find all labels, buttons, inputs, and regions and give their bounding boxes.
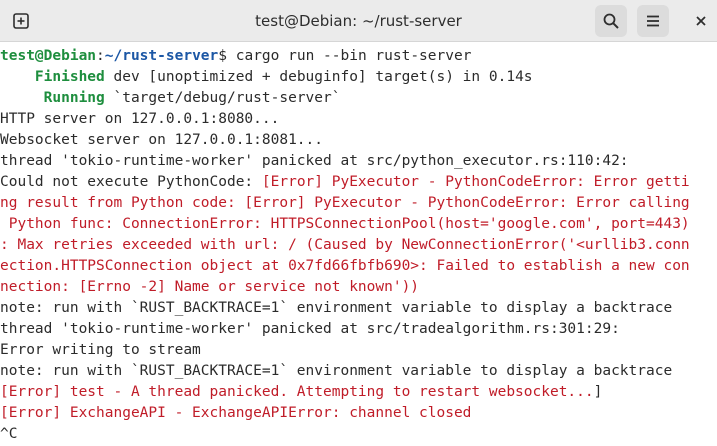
prompt-dollar: $ <box>218 48 227 64</box>
could-not-execute-line: Could not execute PythonCode: [Error] Py… <box>0 172 717 193</box>
close-icon <box>696 16 706 26</box>
error-line: ection.HTTPSConnection object at 0x7fd66… <box>0 258 690 274</box>
new-tab-icon <box>13 13 29 29</box>
prompt-command: cargo run --bin rust-server <box>227 48 472 64</box>
close-button[interactable] <box>685 5 717 37</box>
hamburger-menu-icon <box>647 15 659 27</box>
running-label: Running <box>0 90 105 106</box>
output-line: thread 'tokio-runtime-worker' panicked a… <box>0 153 629 169</box>
prompt-separator: : <box>96 48 105 64</box>
running-text: `target/debug/rust-server` <box>104 90 341 106</box>
finished-text: dev [unoptimized + debuginfo] target(s) … <box>104 69 533 85</box>
error-line: ng result from Python code: [Error] PyEx… <box>0 195 690 211</box>
prompt-path: ~/rust-server <box>104 48 219 64</box>
websocket-error-text: [Error] test - A thread panicked. Attemp… <box>0 384 594 400</box>
new-tab-button[interactable] <box>5 5 37 37</box>
finished-label: Finished <box>0 69 105 85</box>
finished-line: Finished dev [unoptimized + debuginfo] t… <box>0 67 717 88</box>
output-line: HTTP server on 127.0.0.1:8080... <box>0 111 280 127</box>
error-text: [Error] PyExecutor - PythonCodeError: Er… <box>261 174 690 190</box>
error-line: Python func: ConnectionError: HTTPSConne… <box>0 216 690 232</box>
websocket-error-bracket: ] <box>593 384 603 400</box>
output-line: note: run with `RUST_BACKTRACE=1` enviro… <box>0 300 673 316</box>
output-line: thread 'tokio-runtime-worker' panicked a… <box>0 321 620 337</box>
exchange-error-line: [Error] ExchangeAPI - ExchangeAPIError: … <box>0 405 472 421</box>
title-bar: test@Debian: ~/rust-server <box>0 0 717 42</box>
websocket-error-line: [Error] test - A thread panicked. Attemp… <box>0 382 717 403</box>
output-line: note: run with `RUST_BACKTRACE=1` enviro… <box>0 363 673 379</box>
search-button[interactable] <box>595 5 627 37</box>
search-icon <box>603 13 619 29</box>
output-line: Error writing to stream <box>0 342 201 358</box>
error-line: : Max retries exceeded with url: / (Caus… <box>0 237 690 253</box>
prompt-user-host: test@Debian <box>0 48 97 64</box>
output-line: Websocket server on 127.0.0.1:8081... <box>0 132 324 148</box>
terminal-output[interactable]: test@Debian:~/rust-server$ cargo run --b… <box>0 46 717 446</box>
running-line: Running `target/debug/rust-server` <box>0 88 717 109</box>
menu-button[interactable] <box>637 5 669 37</box>
could-not-execute-text: Could not execute PythonCode: <box>0 174 262 190</box>
prompt-line: test@Debian:~/rust-server$ cargo run --b… <box>0 46 717 67</box>
error-line: nection: [Errno -2] Name or service not … <box>0 279 420 295</box>
ctrl-c-line: ^C <box>0 426 18 442</box>
